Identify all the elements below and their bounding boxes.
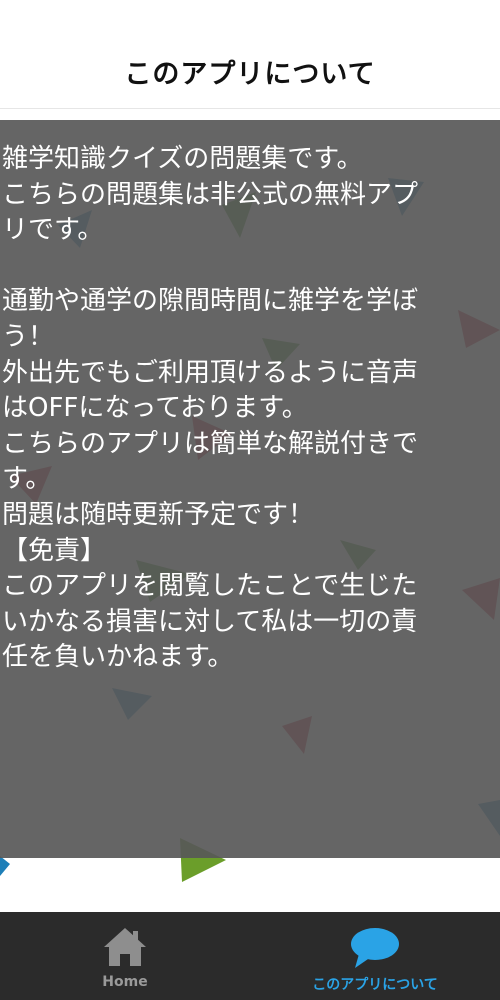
disclaimer-heading: 【免責】 (2, 535, 107, 566)
description-line: リです。 (2, 215, 104, 246)
description-line: こちらのアプリは簡単な解説付きで (2, 428, 419, 459)
description-line: す。 (2, 464, 52, 495)
description-line: 雑学知識クイズの問題集です。 (2, 144, 363, 174)
tab-home[interactable]: Home (0, 912, 250, 1000)
tab-home-label: Home (102, 974, 148, 990)
home-icon (102, 926, 148, 972)
page-title: このアプリについて (124, 59, 376, 90)
description-line: いかなる損害に対して私は一切の責 (2, 606, 418, 637)
description-line: 通勤や通学の隙間時間に雑学を学ぼ (2, 286, 419, 317)
description-line: はOFFになっております。 (2, 393, 308, 424)
tab-about-label: このアプリについて (312, 977, 438, 993)
description-line: 外出先でもご利用頂けるように音声 (2, 357, 419, 388)
bottom-tab-bar: Home このアプリについて (0, 912, 500, 1000)
app-description: 雑学知識クイズの問題集です。 こちらの問題集は非公式の無料アプ リです。 通勤や… (2, 142, 498, 676)
description-line: う！ (2, 321, 55, 352)
app-header: このアプリについて (0, 0, 500, 109)
tab-about[interactable]: このアプリについて (250, 912, 500, 1000)
description-line: こちらの問題集は非公式の無料アプ (2, 179, 419, 210)
speech-bubble-icon (349, 926, 401, 974)
description-panel: 雑学知識クイズの問題集です。 こちらの問題集は非公式の無料アプ リです。 通勤や… (0, 120, 500, 858)
content-area: 雑学知識クイズの問題集です。 こちらの問題集は非公式の無料アプ リです。 通勤や… (0, 120, 500, 910)
description-line: 問題は随時更新予定です！ (2, 499, 315, 530)
description-blank-line (2, 249, 498, 285)
description-line: 任を負いかねます。 (2, 642, 234, 673)
description-line: このアプリを閲覧したことで生じた (2, 571, 418, 602)
